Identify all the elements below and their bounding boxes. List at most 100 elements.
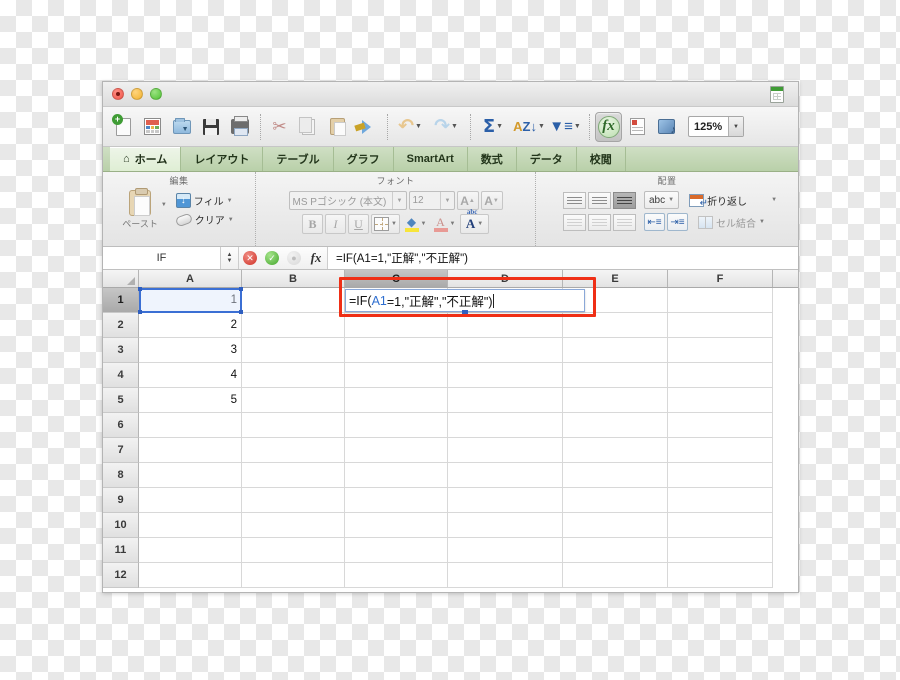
fill-button[interactable]: フィル ▼ xyxy=(174,192,236,209)
column-header-e[interactable]: E xyxy=(563,270,668,287)
cell-A4[interactable]: 4 xyxy=(139,363,242,388)
decrease-indent-button[interactable]: ⇤≡ xyxy=(643,213,665,231)
cell-D5[interactable] xyxy=(448,388,563,413)
font-color-button[interactable]: A ▼ xyxy=(431,214,458,234)
tab-review[interactable]: 校閲 xyxy=(577,147,626,171)
cell-C7[interactable] xyxy=(345,438,448,463)
autosum-button[interactable]: Σ ▼ xyxy=(476,112,510,142)
cell-F7[interactable] xyxy=(668,438,773,463)
chevron-down-icon[interactable]: ▼ xyxy=(668,197,674,203)
save-button[interactable] xyxy=(197,112,224,142)
select-all-corner[interactable] xyxy=(103,270,139,287)
text-orientation-button[interactable]: abc ▼ xyxy=(643,191,680,209)
cell-E3[interactable] xyxy=(563,338,668,363)
cell-B1[interactable] xyxy=(242,288,345,313)
cell-D9[interactable] xyxy=(448,488,563,513)
tab-smartart[interactable]: SmartArt xyxy=(394,147,468,171)
cell-C11[interactable] xyxy=(345,538,448,563)
cell-B6[interactable] xyxy=(242,413,345,438)
cell-A5[interactable]: 5 xyxy=(139,388,242,413)
cell-F11[interactable] xyxy=(668,538,773,563)
print-button[interactable] xyxy=(226,112,253,142)
cancel-formula-button[interactable]: ✕ xyxy=(239,247,261,269)
align-middle-button[interactable] xyxy=(587,191,611,209)
chevron-down-icon[interactable]: ▼ xyxy=(451,123,458,130)
chevron-down-icon[interactable]: ▼ xyxy=(574,123,581,130)
cell-F2[interactable] xyxy=(668,313,773,338)
cell-D8[interactable] xyxy=(448,463,563,488)
zoom-button[interactable] xyxy=(150,88,162,100)
cell-C2[interactable] xyxy=(345,313,448,338)
media-browser-button[interactable] xyxy=(653,112,680,142)
row-header-9[interactable]: 9 xyxy=(103,488,139,513)
copy-button[interactable] xyxy=(295,112,322,142)
cell-A3[interactable]: 3 xyxy=(139,338,242,363)
chevron-down-icon[interactable]: ▼ xyxy=(759,219,765,225)
cell-B10[interactable] xyxy=(242,513,345,538)
cell-F10[interactable] xyxy=(668,513,773,538)
cell-C12[interactable] xyxy=(345,563,448,588)
undo-button[interactable]: ↶ ▼ xyxy=(393,112,427,142)
cell-D2[interactable] xyxy=(448,313,563,338)
cell-E4[interactable] xyxy=(563,363,668,388)
cell-E11[interactable] xyxy=(563,538,668,563)
cell-D7[interactable] xyxy=(448,438,563,463)
cell-B8[interactable] xyxy=(242,463,345,488)
open-button[interactable] xyxy=(168,112,195,142)
cell-E10[interactable] xyxy=(563,513,668,538)
cell-E12[interactable] xyxy=(563,563,668,588)
cell-D6[interactable] xyxy=(448,413,563,438)
borders-button[interactable]: ▼ xyxy=(371,214,400,234)
cell-A11[interactable] xyxy=(139,538,242,563)
cell-F1[interactable] xyxy=(668,288,773,313)
decrease-font-size-button[interactable]: A ▼ xyxy=(480,191,503,210)
cell-A7[interactable] xyxy=(139,438,242,463)
row-header-8[interactable]: 8 xyxy=(103,463,139,488)
cell-C9[interactable] xyxy=(345,488,448,513)
paste-button[interactable] xyxy=(324,112,351,142)
cell-F9[interactable] xyxy=(668,488,773,513)
cell-D3[interactable] xyxy=(448,338,563,363)
cell-A12[interactable] xyxy=(139,563,242,588)
cell-A2[interactable]: 2 xyxy=(139,313,242,338)
italic-button[interactable]: I xyxy=(325,214,346,234)
chevron-down-icon[interactable]: ▼ xyxy=(227,198,233,204)
chevron-down-icon[interactable]: ▼ xyxy=(450,221,456,227)
tab-data[interactable]: データ xyxy=(517,147,577,171)
cell-B9[interactable] xyxy=(242,488,345,513)
fill-color-button[interactable]: ◆ ▼ xyxy=(402,214,429,234)
cell-E9[interactable] xyxy=(563,488,668,513)
column-header-c[interactable]: C xyxy=(345,270,448,287)
tab-formulas[interactable]: 数式 xyxy=(468,147,517,171)
formula-builder-button[interactable]: fx xyxy=(595,111,622,142)
bold-button[interactable]: B xyxy=(302,214,323,234)
cell-A10[interactable] xyxy=(139,513,242,538)
chevron-down-icon[interactable]: ▼ xyxy=(439,192,451,209)
sort-button[interactable]: AZ↓ ▼ xyxy=(512,112,546,142)
toolbox-button[interactable] xyxy=(624,112,651,142)
chevron-down-icon[interactable]: ▼ xyxy=(771,197,777,203)
row-header-1[interactable]: 1 xyxy=(103,288,139,313)
cell-C5[interactable] xyxy=(345,388,448,413)
cell-E7[interactable] xyxy=(563,438,668,463)
underline-button[interactable]: U xyxy=(348,214,369,234)
merge-cells-button[interactable]: セル結合 ▼ xyxy=(697,215,765,230)
cell-C6[interactable] xyxy=(345,413,448,438)
cell-C10[interactable] xyxy=(345,513,448,538)
insert-function-button[interactable]: fx xyxy=(305,247,327,269)
tab-layout[interactable]: レイアウト xyxy=(181,147,264,171)
cell-D4[interactable] xyxy=(448,363,563,388)
cell-F6[interactable] xyxy=(668,413,773,438)
cell-E8[interactable] xyxy=(563,463,668,488)
font-effects-button[interactable]: abc A ▼ xyxy=(460,208,489,234)
row-header-10[interactable]: 10 xyxy=(103,513,139,538)
cell-F5[interactable] xyxy=(668,388,773,413)
row-header-2[interactable]: 2 xyxy=(103,313,139,338)
column-header-f[interactable]: F xyxy=(668,270,773,287)
align-center-button[interactable] xyxy=(587,213,611,231)
name-box-stepper[interactable]: ▲ ▼ xyxy=(221,247,239,269)
align-right-button[interactable] xyxy=(612,213,636,231)
chevron-down-icon[interactable]: ▼ xyxy=(228,217,234,223)
cell-B2[interactable] xyxy=(242,313,345,338)
cell-C8[interactable] xyxy=(345,463,448,488)
